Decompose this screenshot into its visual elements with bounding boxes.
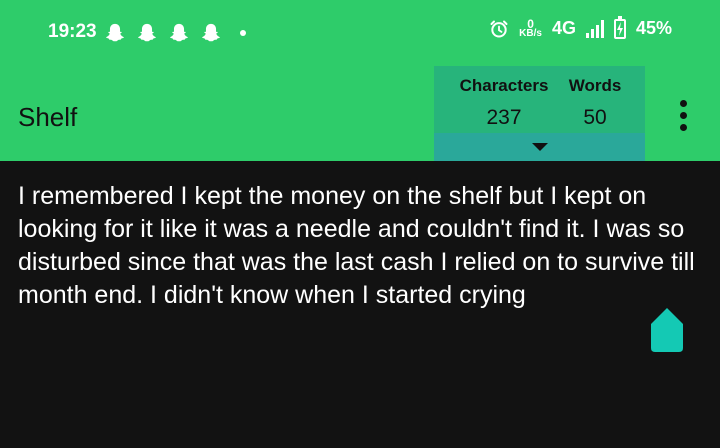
data-speed-value: 0	[527, 16, 534, 31]
expand-counter-button[interactable]	[434, 133, 645, 161]
network-type: 4G	[551, 18, 576, 38]
status-bar: 19:23 0 KB/s 4G 45%	[0, 0, 720, 66]
alarm-icon	[490, 20, 508, 37]
snapchat-icon	[202, 23, 220, 42]
notification-icons	[104, 22, 246, 44]
characters-label: Characters	[459, 76, 549, 95]
data-speed-unit: KB/s	[519, 27, 542, 39]
note-text-editor[interactable]: I remembered I kept the money on the she…	[18, 180, 698, 312]
status-time: 19:23	[48, 21, 97, 42]
snapchat-icon	[170, 23, 188, 42]
signal-icon	[585, 19, 604, 38]
snapchat-icon	[138, 23, 156, 42]
data-speed: 0 KB/s	[519, 16, 542, 39]
word-counter-panel: Characters 237 Words 50	[434, 66, 645, 161]
home-shape-button[interactable]	[651, 308, 683, 352]
characters-value: 237	[486, 106, 522, 129]
more-options-button[interactable]	[672, 100, 694, 134]
words-label: Words	[568, 76, 622, 95]
battery-percent: 45%	[635, 18, 672, 38]
app-bar: Shelf Characters 237 Words 50	[0, 66, 720, 161]
words-value: 50	[583, 106, 607, 129]
words-count: Words 50	[566, 76, 624, 130]
more-vert-icon	[679, 100, 687, 107]
characters-count: Characters 237	[456, 76, 552, 130]
snapchat-icon	[106, 23, 124, 42]
more-notifications-dot	[240, 30, 246, 36]
page-title: Shelf	[18, 102, 78, 132]
caret-down-icon	[532, 143, 548, 151]
status-right: 0 KB/s 4G 45%	[489, 15, 672, 39]
battery-icon	[613, 15, 626, 39]
